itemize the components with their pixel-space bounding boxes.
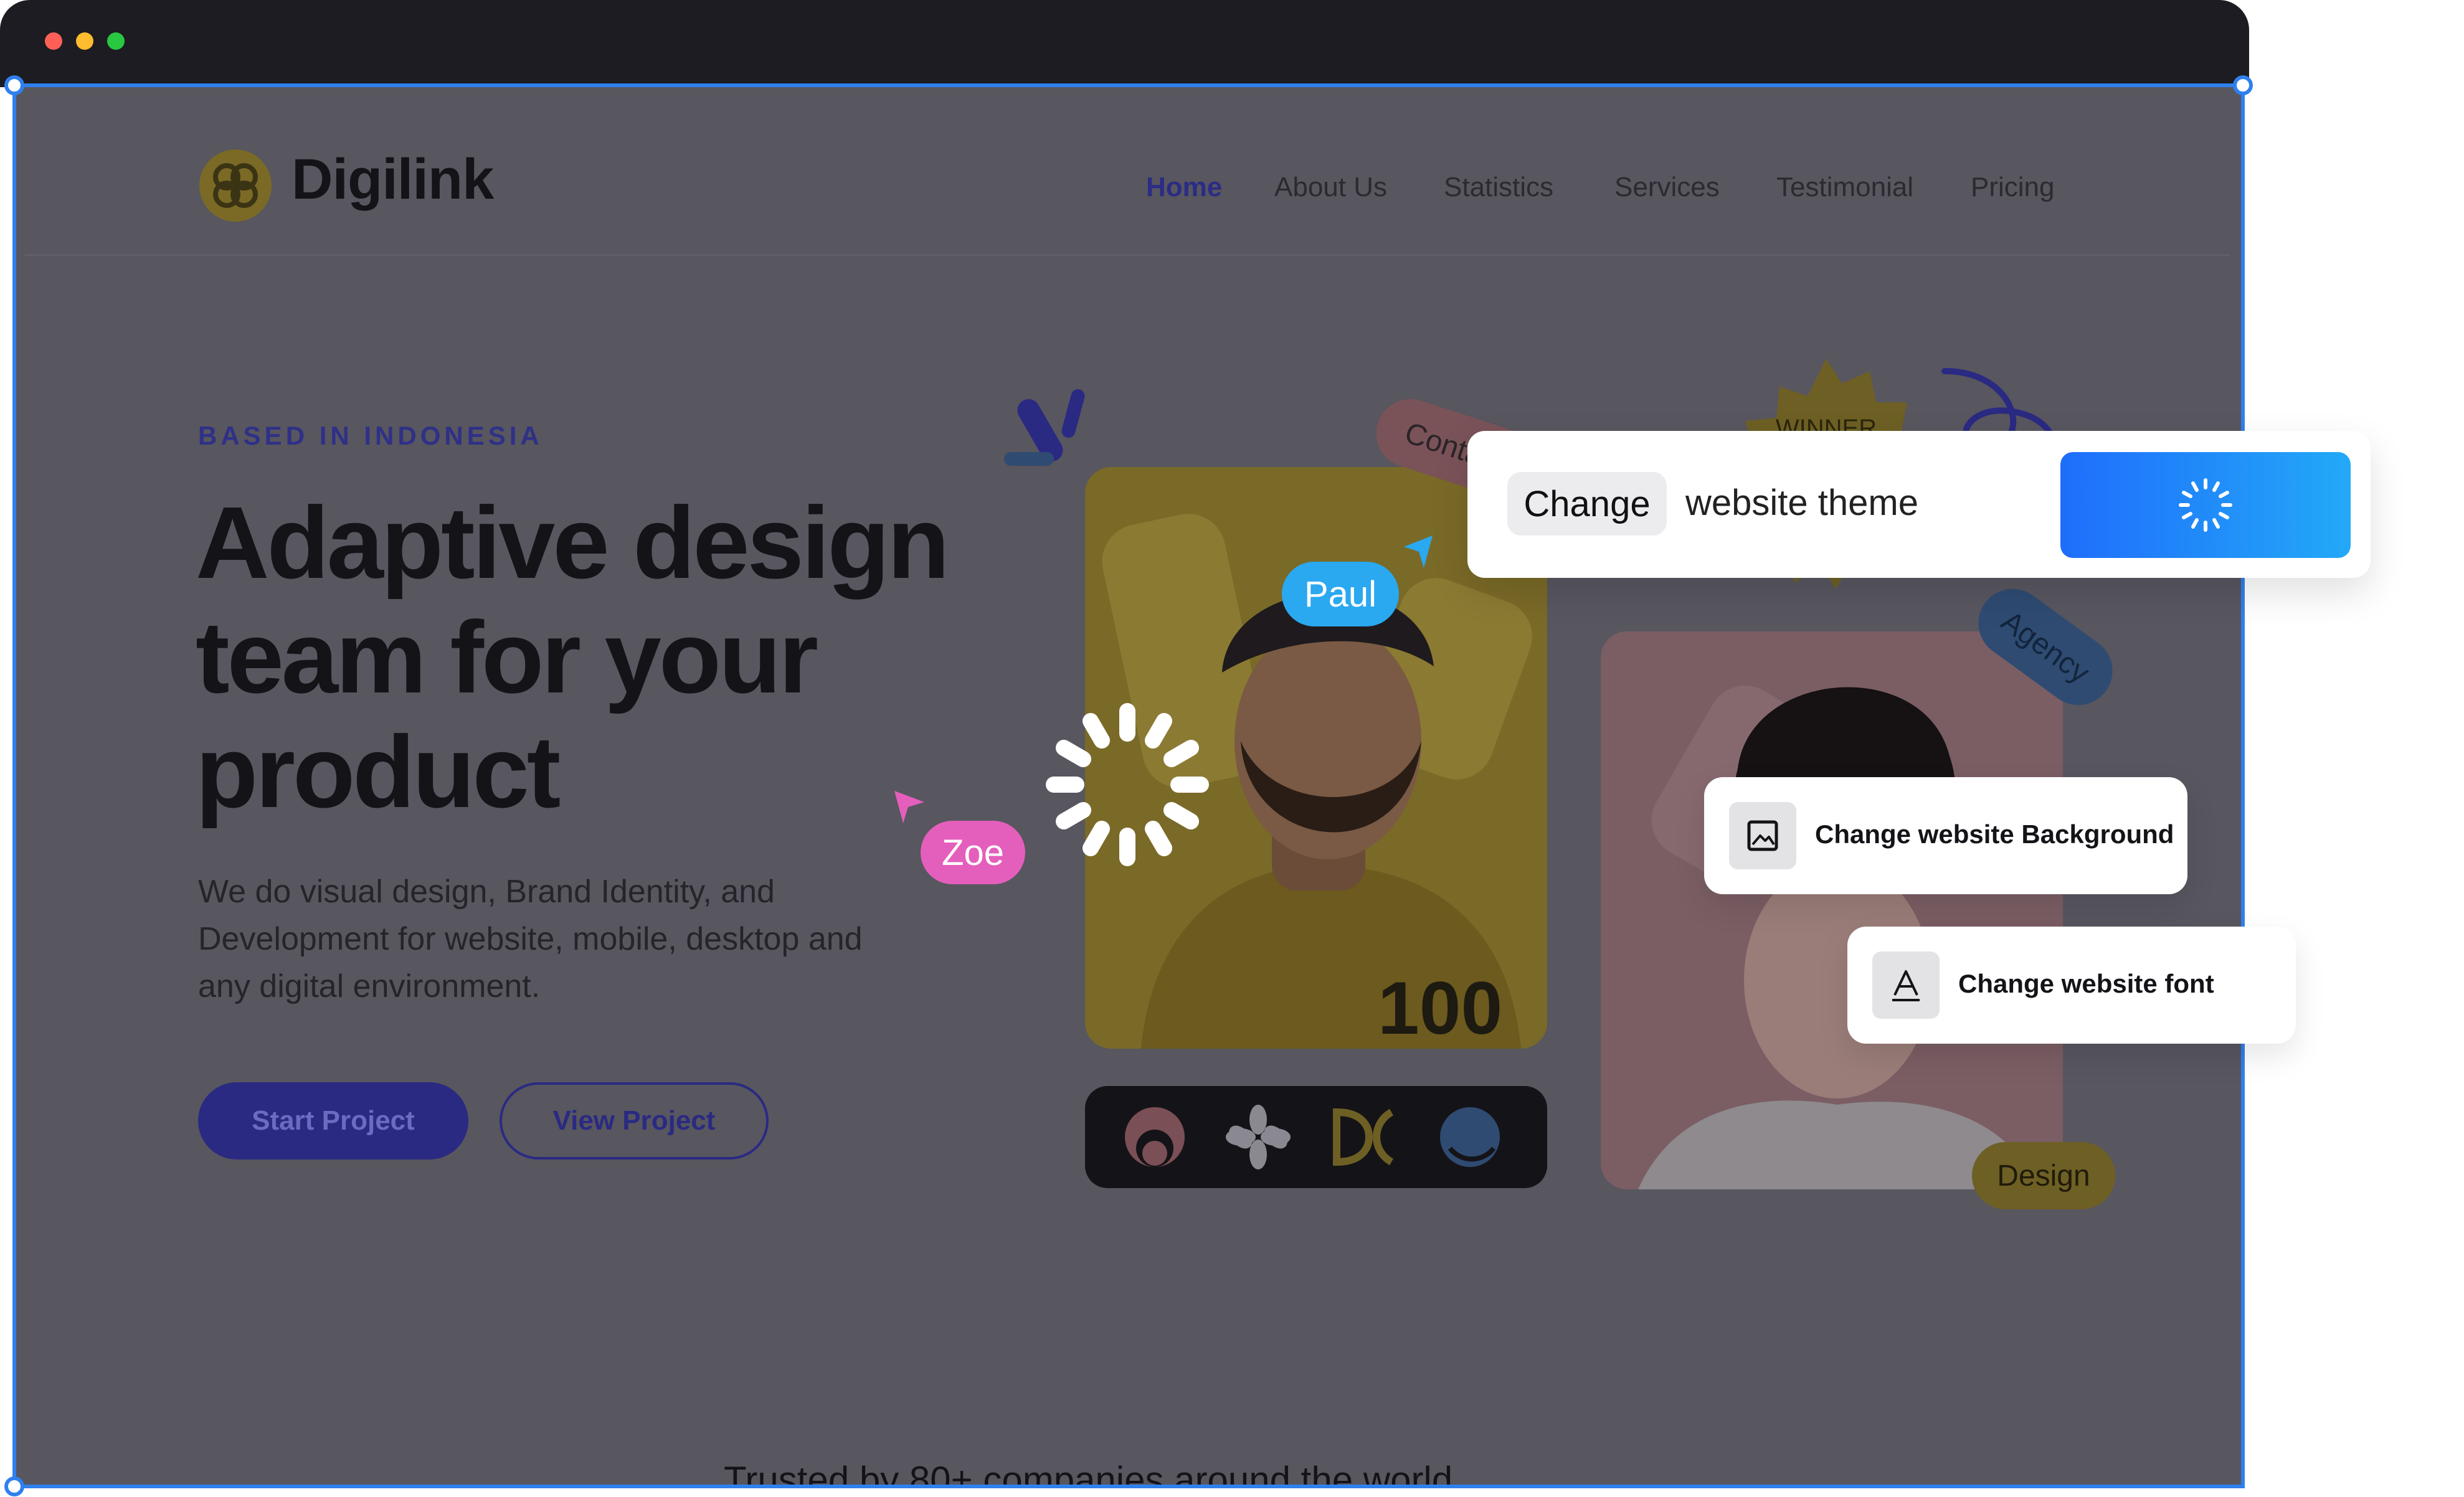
hero-headline: Adaptive design team for your product bbox=[196, 486, 950, 829]
trusted-by-text: Trusted by 80+ companies around the worl… bbox=[724, 1459, 1453, 1487]
client-logo-dx-icon bbox=[1333, 1108, 1394, 1166]
tag-design: Design bbox=[1972, 1142, 2115, 1209]
view-project-button[interactable]: View Project bbox=[500, 1082, 769, 1159]
nav-pricing[interactable]: Pricing bbox=[1971, 172, 2055, 203]
nav-testimonial[interactable]: Testimonial bbox=[1776, 172, 1913, 203]
browser-titlebar bbox=[0, 0, 2249, 87]
nav-statistics[interactable]: Statistics bbox=[1444, 172, 1553, 203]
close-window-button[interactable] bbox=[45, 32, 62, 50]
collaborator-paul: Paul bbox=[1282, 562, 1399, 626]
minimize-window-button[interactable] bbox=[76, 32, 93, 50]
nav-home[interactable]: Home bbox=[1146, 172, 1222, 203]
apply-theme-button[interactable] bbox=[2060, 452, 2351, 558]
change-font-option[interactable]: Change website font bbox=[1847, 927, 2296, 1044]
nav-divider bbox=[25, 254, 2230, 256]
client-logo-moon-icon bbox=[1440, 1107, 1500, 1167]
zoe-cursor-icon bbox=[894, 791, 924, 823]
client-logo-arch-icon bbox=[1125, 1107, 1185, 1167]
change-chip[interactable]: Change bbox=[1507, 472, 1667, 536]
theme-prompt-text[interactable]: website theme bbox=[1685, 482, 1918, 524]
hero-subtext: We do visual design, Brand Identity, and… bbox=[198, 874, 863, 1004]
hero-eyebrow: BASED IN INDONESIA bbox=[198, 421, 543, 450]
brand-logo-icon[interactable] bbox=[199, 149, 272, 222]
brand-name[interactable]: Digilink bbox=[291, 147, 494, 212]
theme-prompt-card: Change website theme bbox=[1467, 431, 2371, 578]
team-member-photo-woman bbox=[1601, 631, 2063, 1189]
start-project-button[interactable]: Start Project bbox=[198, 1082, 468, 1159]
paul-cursor-icon bbox=[1404, 536, 1433, 568]
font-icon bbox=[1872, 952, 1940, 1019]
client-logo-strip bbox=[1085, 1086, 1547, 1188]
nav-services[interactable]: Services bbox=[1614, 172, 1720, 203]
client-logo-flower-icon bbox=[1226, 1105, 1291, 1169]
loading-spinner-icon bbox=[1046, 703, 1209, 866]
change-background-label: Change website Background bbox=[1815, 819, 2174, 849]
change-font-label: Change website font bbox=[1958, 969, 2214, 998]
maximize-window-button[interactable] bbox=[107, 32, 125, 50]
collaborator-zoe: Zoe bbox=[921, 821, 1025, 884]
change-background-option[interactable]: Change website Background bbox=[1704, 777, 2187, 894]
svg-text:100: 100 bbox=[1378, 966, 1502, 1049]
button-spinner-icon bbox=[2179, 478, 2232, 532]
image-icon bbox=[1729, 802, 1796, 869]
nav-about-us[interactable]: About Us bbox=[1274, 172, 1387, 203]
decorative-confetti-icon bbox=[1004, 389, 1085, 466]
